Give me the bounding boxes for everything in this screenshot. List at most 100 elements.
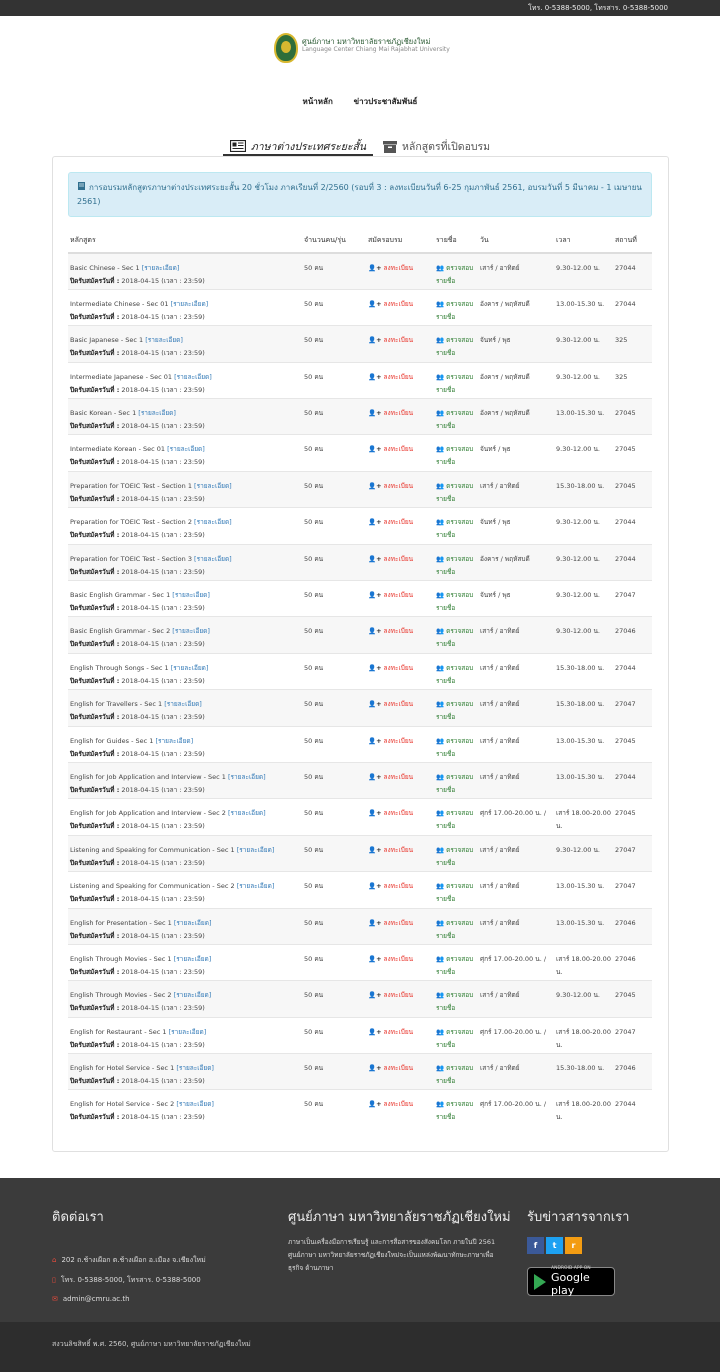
register-link[interactable]: ลงทะเบียน (384, 955, 414, 963)
seats-cell: 50 คน (302, 288, 366, 326)
register-link[interactable]: ลงทะเบียน (384, 664, 414, 672)
list-cell: 👥 ตรวจสอบรายชื่อ (434, 616, 478, 654)
course-detail-link[interactable]: [รายละเอียด] (174, 991, 212, 999)
course-detail-link[interactable]: [รายละเอียด] (194, 482, 232, 490)
table-row: Intermediate Korean - Sec 01 [รายละเอียด… (68, 434, 652, 472)
course-detail-link[interactable]: [รายละเอียด] (172, 627, 210, 635)
register-link[interactable]: ลงทะเบียน (384, 591, 414, 599)
register-link[interactable]: ลงทะเบียน (384, 1064, 414, 1072)
university-logo[interactable] (274, 33, 298, 63)
col-list[interactable]: รายชื่อ (434, 228, 478, 254)
list-cell: 👥 ตรวจสอบรายชื่อ (434, 507, 478, 545)
time-cell: 15.30-18.00 น. (554, 689, 613, 727)
register-link[interactable]: ลงทะเบียน (384, 373, 414, 381)
list-cell: 👥 ตรวจสอบรายชื่อ (434, 252, 478, 290)
course-detail-link[interactable]: [รายละเอียด] (174, 373, 212, 381)
users-icon: 👥 (436, 809, 445, 818)
day-cell: เสาร์ / อาทิตย์ (478, 725, 554, 763)
nav-home[interactable]: หน้าหลัก (303, 97, 333, 106)
seats-cell: 50 คน (302, 1089, 366, 1127)
course-detail-link[interactable]: [รายละเอียด] (194, 555, 232, 563)
col-seats[interactable]: จำนวนคน/รุ่น (302, 228, 366, 254)
course-cell: English Through Movies - Sec 1 [รายละเอี… (68, 943, 302, 981)
register-link[interactable]: ลงทะเบียน (384, 700, 414, 708)
time-cell: 13.00-15.30 น. (554, 288, 613, 326)
register-link[interactable]: ลงทะเบียน (384, 737, 414, 745)
col-day[interactable]: วัน (478, 228, 554, 254)
course-detail-link[interactable]: [รายละเอียด] (174, 955, 212, 963)
col-register[interactable]: สมัครอบรม (366, 228, 434, 254)
course-detail-link[interactable]: [รายละเอียด] (237, 882, 275, 890)
course-detail-link[interactable]: [รายละเอียด] (194, 518, 232, 526)
col-time[interactable]: เวลา (554, 228, 613, 254)
register-link[interactable]: ลงทะเบียน (384, 264, 414, 272)
register-link[interactable]: ลงทะเบียน (384, 882, 414, 890)
register-link[interactable]: ลงทะเบียน (384, 809, 414, 817)
course-cell: Listening and Speaking for Communication… (68, 871, 302, 909)
col-course[interactable]: หลักสูตร (68, 228, 302, 254)
course-detail-link[interactable]: [รายละเอียด] (169, 1028, 207, 1036)
twitter-icon[interactable]: t (546, 1237, 563, 1254)
course-detail-link[interactable]: [รายละเอียด] (176, 1064, 214, 1072)
course-detail-link[interactable]: [รายละเอียด] (167, 445, 205, 453)
register-link[interactable]: ลงทะเบียน (384, 991, 414, 999)
course-name: Intermediate Chinese - Sec 01 (70, 299, 169, 308)
table-row: Basic Japanese - Sec 1 [รายละเอียด] ปิดรั… (68, 325, 652, 363)
time-cell: เสาร์ 18.00-20.00 น. (554, 943, 613, 981)
footer-email[interactable]: ✉ admin@cmru.ac.th (52, 1295, 130, 1303)
course-detail-link[interactable]: [รายละเอียด] (155, 737, 193, 745)
course-detail-link[interactable]: [รายละเอียด] (138, 409, 176, 417)
course-detail-link[interactable]: [รายละเอียด] (237, 846, 275, 854)
nav-news[interactable]: ข่าวประชาสัมพันธ์ (354, 97, 418, 106)
register-cell: 👤+ ลงทะเบียน (366, 543, 434, 581)
brand-name-english[interactable]: Language Center Chiang Mai Rajabhat Univ… (302, 46, 450, 53)
course-detail-link[interactable]: [รายละเอียด] (142, 264, 180, 272)
course-name: English for Presentation - Sec 1 (70, 918, 172, 927)
register-link[interactable]: ลงทะเบียน (384, 846, 414, 854)
course-detail-link[interactable]: [รายละเอียด] (145, 336, 183, 344)
register-link[interactable]: ลงทะเบียน (384, 300, 414, 308)
register-link[interactable]: ลงทะเบียน (384, 773, 414, 781)
course-detail-link[interactable]: [รายละเอียด] (174, 919, 212, 927)
rss-icon[interactable]: r (565, 1237, 582, 1254)
user-plus-icon: 👤+ (368, 372, 382, 381)
register-link[interactable]: ลงทะเบียน (384, 518, 414, 526)
register-link[interactable]: ลงทะเบียน (384, 1028, 414, 1036)
room-cell: 27044 (613, 652, 652, 690)
footer-email-text[interactable]: admin@cmru.ac.th (63, 1295, 130, 1303)
google-play-badge[interactable]: ANDROID APP ON Google play (527, 1266, 615, 1297)
tab-short-course[interactable]: ภาษาต่างประเทศระยะสั้น (223, 138, 373, 156)
time-cell: เสาร์ 18.00-20.00 น. (554, 798, 613, 836)
course-detail-link[interactable]: [รายละเอียด] (171, 664, 209, 672)
course-name: English for Job Application and Intervie… (70, 772, 226, 781)
register-link[interactable]: ลงทะเบียน (384, 1100, 414, 1108)
register-link[interactable]: ลงทะเบียน (384, 627, 414, 635)
register-link[interactable]: ลงทะเบียน (384, 409, 414, 417)
course-detail-link[interactable]: [รายละเอียด] (171, 300, 209, 308)
course-cell: Intermediate Japanese - Sec 01 [รายละเอี… (68, 361, 302, 399)
course-detail-link[interactable]: [รายละเอียด] (228, 773, 266, 781)
user-plus-icon: 👤+ (368, 700, 382, 709)
register-link[interactable]: ลงทะเบียน (384, 445, 414, 453)
tab-open-course[interactable]: หลักสูตรที่เปิดอบรม (383, 138, 490, 155)
user-plus-icon: 👤+ (368, 736, 382, 745)
course-detail-link[interactable]: [รายละเอียด] (176, 1100, 214, 1108)
register-link[interactable]: ลงทะเบียน (384, 555, 414, 563)
users-icon: 👥 (436, 518, 445, 527)
register-cell: 👤+ ลงทะเบียน (366, 288, 434, 326)
enrollment-notice: การอบรมหลักสูตรภาษาต่างประเทศระยะสั้น 20… (68, 172, 652, 217)
course-detail-link[interactable]: [รายละเอียด] (228, 809, 266, 817)
course-cell: English for Presentation - Sec 1 [รายละเ… (68, 907, 302, 945)
register-link[interactable]: ลงทะเบียน (384, 482, 414, 490)
seats-cell: 50 คน (302, 325, 366, 363)
footer-about-title: ศูนย์ภาษา มหาวิทยาลัยราชภัฏเชียงใหม่ (288, 1210, 511, 1225)
col-room[interactable]: สถานที่ (613, 228, 652, 254)
facebook-icon[interactable]: f (527, 1237, 544, 1254)
deadline-label: ปิดรับสมัครวันที่ : (70, 422, 120, 431)
register-link[interactable]: ลงทะเบียน (384, 919, 414, 927)
register-link[interactable]: ลงทะเบียน (384, 336, 414, 344)
course-detail-link[interactable]: [รายละเอียด] (164, 700, 202, 708)
course-detail-link[interactable]: [รายละเอียด] (172, 591, 210, 599)
day-cell: เสาร์ / อาทิตย์ (478, 652, 554, 690)
register-cell: 👤+ ลงทะเบียน (366, 580, 434, 617)
